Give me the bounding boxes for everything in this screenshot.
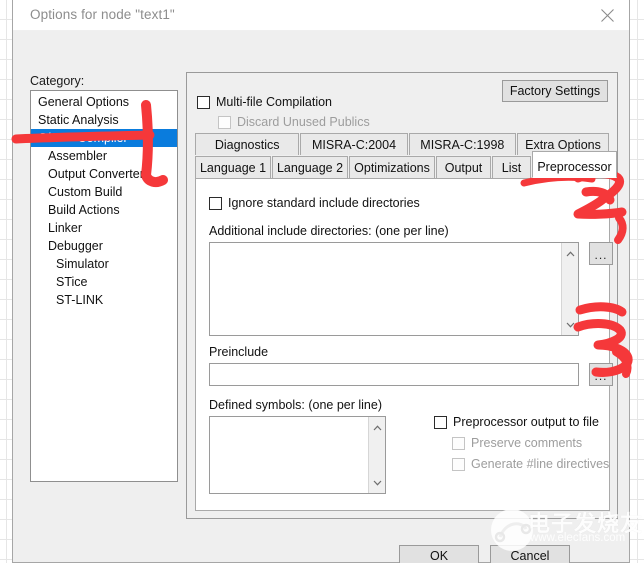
chevron-up-icon[interactable] — [369, 419, 385, 436]
additional-include-input[interactable] — [209, 242, 579, 336]
chevron-up-icon[interactable] — [562, 245, 578, 262]
category-item-st-link[interactable]: ST-LINK — [31, 291, 177, 309]
options-dialog: Options for node "text1" Category: Gener… — [12, 0, 630, 563]
tab-language-2[interactable]: Language 2 — [272, 156, 348, 178]
generate-line-directives-checkbox — [452, 457, 465, 471]
category-item-assembler[interactable]: Assembler — [31, 147, 177, 165]
cancel-button[interactable]: Cancel — [490, 545, 570, 563]
tab-diagnostics[interactable]: Diagnostics — [195, 133, 300, 155]
ignore-standard-include-label: Ignore standard include directories — [228, 196, 420, 210]
multi-file-compilation-checkbox[interactable] — [197, 95, 210, 109]
category-item-c-cpp-compiler[interactable]: C/C++ Compiler — [31, 129, 177, 147]
preinclude-input[interactable] — [209, 363, 579, 386]
category-item-debugger[interactable]: Debugger — [31, 237, 177, 255]
multi-file-compilation-row[interactable]: Multi-file Compilation — [197, 95, 332, 109]
category-item-static-analysis[interactable]: Static Analysis — [31, 111, 177, 129]
discard-unused-publics-checkbox — [218, 115, 231, 129]
preprocessor-output-to-file-row[interactable]: Preprocessor output to file — [434, 415, 599, 429]
preprocessor-output-to-file-label: Preprocessor output to file — [453, 415, 599, 429]
additional-include-label: Additional include directories: (one per… — [209, 224, 449, 238]
ok-button[interactable]: OK — [399, 545, 479, 563]
discard-unused-publics-label: Discard Unused Publics — [237, 115, 370, 129]
preserve-comments-label: Preserve comments — [471, 436, 583, 450]
dialog-title: Options for node "text1" — [30, 7, 175, 22]
tab-misra-c-1998[interactable]: MISRA-C:1998 — [408, 133, 516, 155]
discard-unused-publics-row: Discard Unused Publics — [218, 115, 370, 129]
tab-language-1[interactable]: Language 1 — [195, 156, 271, 178]
category-listbox[interactable]: General Options Static Analysis C/C++ Co… — [30, 90, 178, 482]
category-item-output-converter[interactable]: Output Converter — [31, 165, 177, 183]
preserve-comments-row: Preserve comments — [452, 436, 582, 450]
chevron-down-icon[interactable] — [369, 474, 385, 491]
category-item-linker[interactable]: Linker — [31, 219, 177, 237]
preinclude-browse-button[interactable]: ... — [589, 363, 613, 386]
tab-row-2: Language 1 Language 2 Optimizations Outp… — [195, 151, 617, 178]
category-label: Category: — [30, 74, 85, 88]
category-item-simulator[interactable]: Simulator — [31, 255, 177, 273]
generate-line-directives-label: Generate #line directives — [471, 457, 610, 471]
ignore-standard-include-checkbox[interactable] — [209, 196, 222, 210]
tab-misra-c-2004[interactable]: MISRA-C:2004 — [300, 133, 408, 155]
category-item-build-actions[interactable]: Build Actions — [31, 201, 177, 219]
preprocessor-output-to-file-checkbox[interactable] — [434, 415, 447, 429]
defined-symbols-input[interactable] — [209, 416, 386, 494]
tab-preprocessor[interactable]: Preprocessor — [532, 151, 617, 178]
preserve-comments-checkbox — [452, 436, 465, 450]
generate-line-directives-row: Generate #line directives — [452, 457, 609, 471]
tab-strip: Diagnostics MISRA-C:2004 MISRA-C:1998 Ex… — [195, 133, 617, 178]
dialog-titlebar: Options for node "text1" — [13, 0, 629, 31]
ignore-standard-include-row[interactable]: Ignore standard include directories — [209, 196, 420, 210]
category-item-custom-build[interactable]: Custom Build — [31, 183, 177, 201]
multi-file-compilation-label: Multi-file Compilation — [216, 95, 333, 109]
preinclude-label: Preinclude — [209, 345, 269, 359]
category-item-general-options[interactable]: General Options — [31, 93, 177, 111]
category-item-stice[interactable]: STice — [31, 273, 177, 291]
tab-optimizations[interactable]: Optimizations — [349, 156, 435, 178]
defined-symbols-scrollbar[interactable] — [368, 417, 385, 493]
chevron-down-icon[interactable] — [562, 316, 578, 333]
close-icon[interactable] — [585, 0, 629, 31]
additional-include-scrollbar[interactable] — [561, 243, 578, 335]
additional-include-browse-button[interactable]: ... — [589, 242, 613, 265]
preprocessor-tab-panel: Ignore standard include directories Addi… — [195, 178, 613, 511]
defined-symbols-label: Defined symbols: (one per line) — [209, 398, 382, 412]
tab-output[interactable]: Output — [436, 156, 491, 178]
tab-list[interactable]: List — [492, 156, 531, 178]
factory-settings-button[interactable]: Factory Settings — [502, 80, 608, 102]
options-panel: Factory Settings Multi-file Compilation … — [186, 72, 618, 519]
